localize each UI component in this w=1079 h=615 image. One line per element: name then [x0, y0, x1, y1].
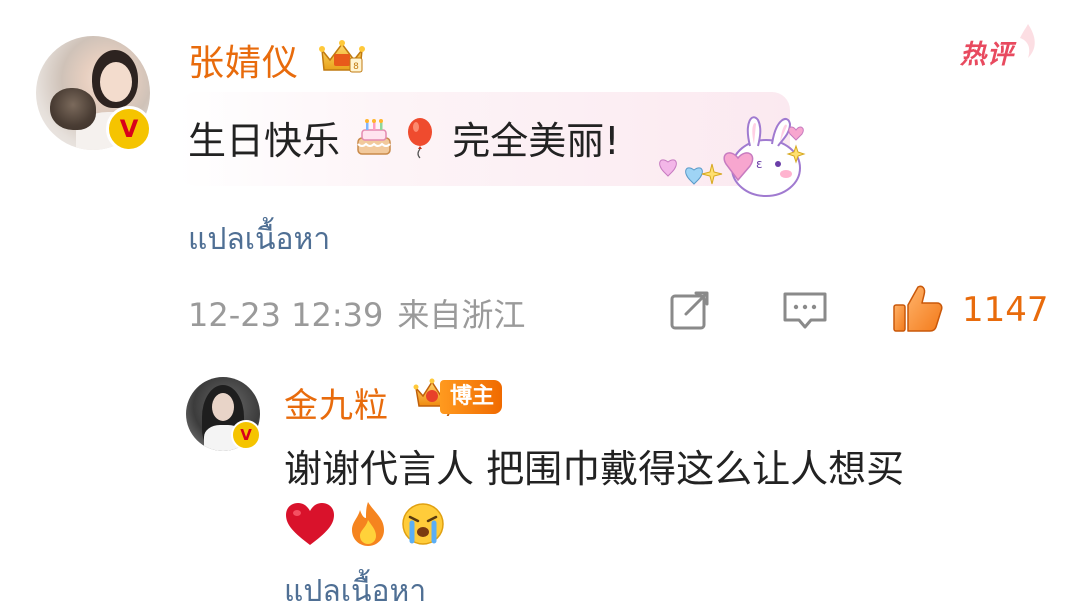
comment-location: 来自浙江 [397, 296, 526, 334]
reply-username[interactable]: 金九粒 [284, 378, 389, 427]
weibo-comment-thread: V 张婧仪 8 热评 生日快乐 完全美丽! ε แปลเนื้อหา 12-23… [0, 0, 1079, 615]
reply-text: 谢谢代言人 把围巾戴得这么让人想买 [284, 447, 905, 491]
like-count: 1147 [962, 290, 1049, 330]
reply-translate-link[interactable]: แปลเนื้อหา [284, 568, 426, 615]
comment-text-part1: 生日快乐 [188, 119, 341, 163]
reply-emoji-row [284, 498, 446, 550]
hot-flame-icon [1020, 24, 1035, 58]
birthday-cake-icon [357, 119, 391, 155]
translate-link[interactable]: แปลเนื้อหา [188, 216, 330, 263]
crying-face-icon [402, 503, 444, 545]
reply-button[interactable] [779, 286, 831, 334]
commenter-username[interactable]: 张婧仪 [188, 34, 299, 86]
repost-button[interactable] [666, 286, 714, 334]
repost-icon [670, 291, 709, 330]
comment-time: 12-23 12:39 [188, 296, 384, 334]
comment-icon [783, 292, 827, 329]
comment-meta: 12-23 12:39 来自浙江 [188, 290, 525, 336]
red-heart-icon [286, 503, 334, 545]
comment-text: 生日快乐 完全美丽! [188, 110, 619, 165]
like-button[interactable] [890, 282, 946, 336]
vip-crown-icon[interactable]: 8 [316, 38, 368, 76]
fire-icon [352, 502, 384, 546]
blogger-badge: 博主 [440, 380, 503, 414]
comment-text-part2: 完全美丽! [452, 119, 620, 163]
balloon-icon [408, 118, 433, 159]
svg-text:ε: ε [756, 157, 763, 171]
bunny-sticker-icon: ε [659, 116, 806, 197]
reply-verified-badge-icon: V [231, 420, 261, 450]
verified-badge-icon: V [106, 106, 152, 152]
like-icon [893, 285, 943, 332]
svg-text:8: 8 [353, 62, 359, 72]
